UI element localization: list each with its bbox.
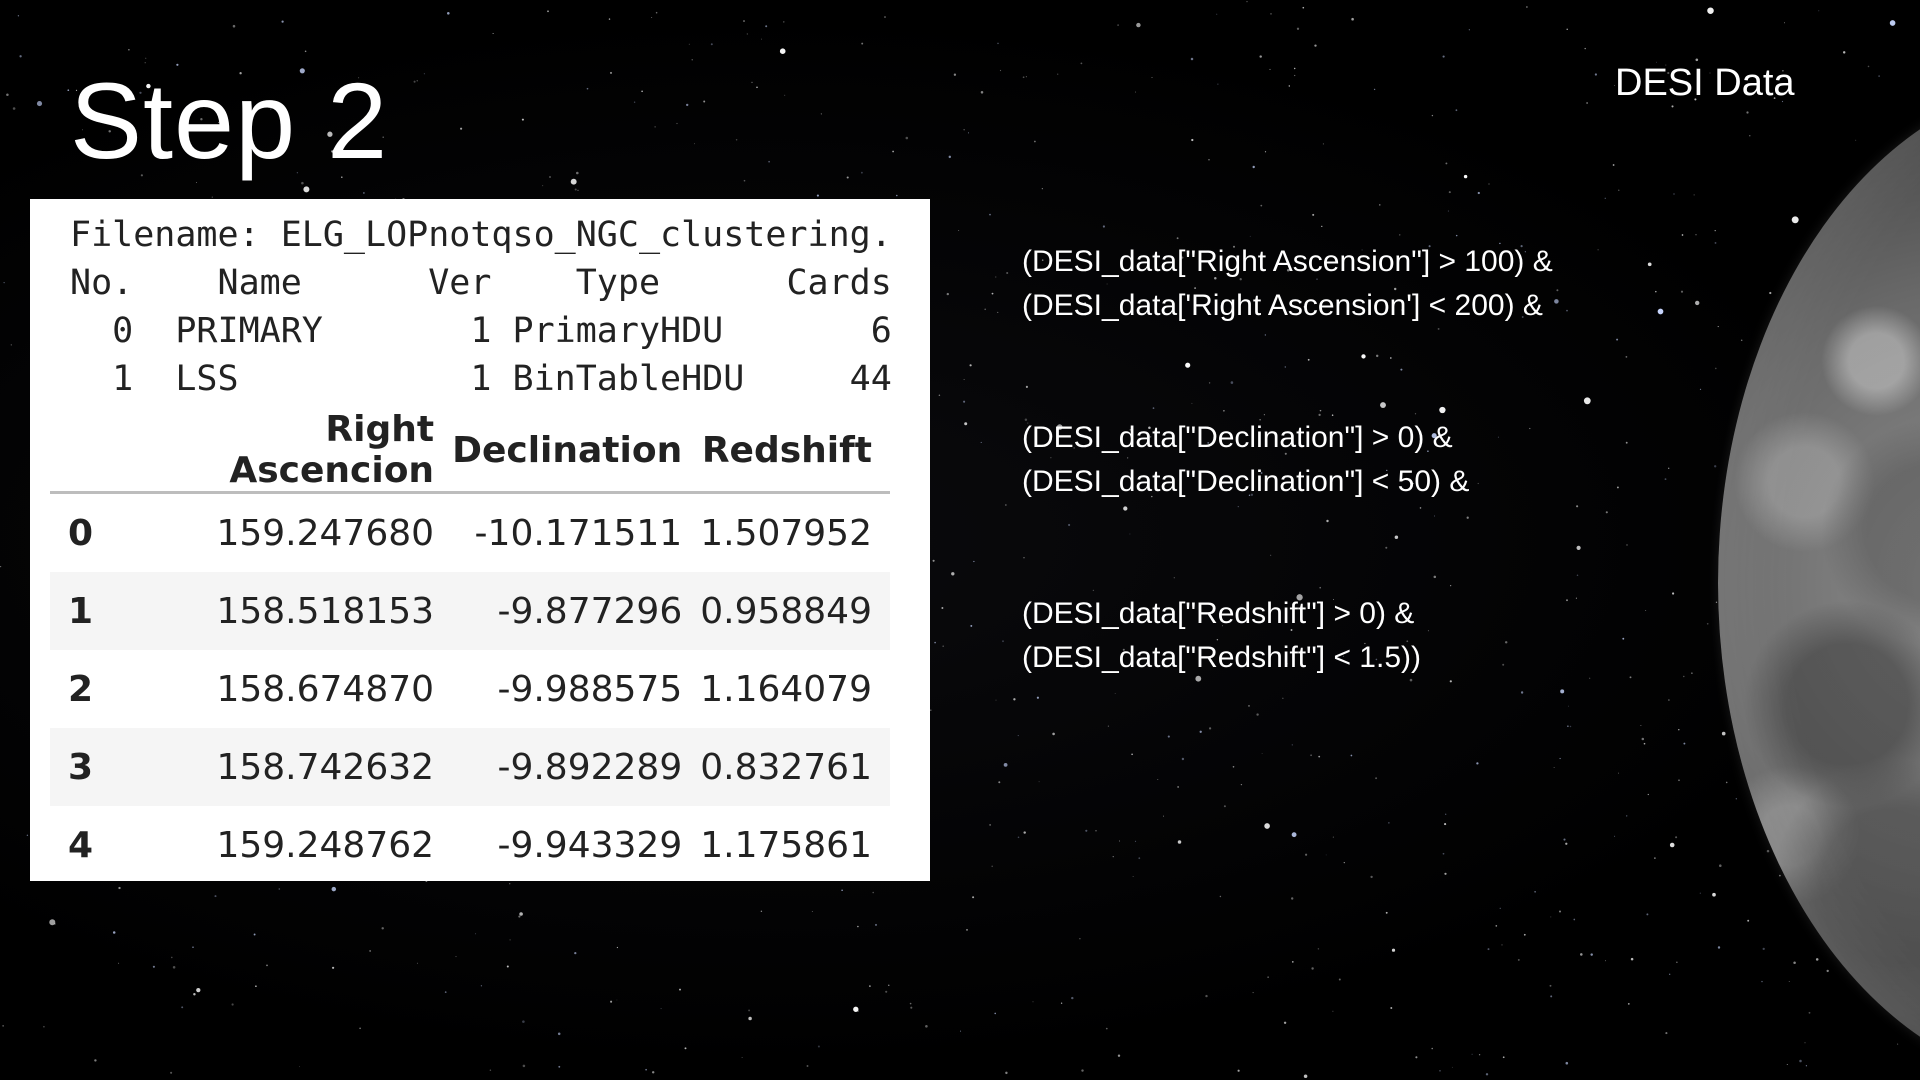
cell-right-ascencion: 158.518153 [146, 572, 453, 650]
fits-info-block: Filename: ELG_LOPnotqso_NGC_clustering. N… [70, 211, 930, 403]
condition-line: (DESI_data["Declination"] > 0) & [1022, 421, 1453, 454]
cell-redshift: 0.958849 [700, 572, 890, 650]
row-index: 4 [68, 824, 94, 866]
table-row: 2 158.674870 -9.988575 1.164079 [50, 650, 890, 728]
table-row: 1 158.518153 -9.877296 0.958849 [50, 572, 890, 650]
column-header-redshift: Redshift [700, 409, 890, 494]
table-row: 0 159.247680 -10.171511 1.507952 [50, 493, 890, 573]
fits-info-line: No. Name Ver Type Cards [70, 263, 892, 303]
condition-line: (DESI_data["Declination"] < 50) & [1022, 465, 1470, 498]
cell-redshift: 1.164079 [700, 668, 872, 710]
condition-group-redshift: (DESI_data["Redshift"] > 0) & (DESI_data… [1022, 592, 1553, 680]
table-row: 3 158.742632 -9.892289 0.832761 [50, 728, 890, 806]
condition-group-declination: (DESI_data["Declination"] > 0) & (DESI_d… [1022, 416, 1553, 504]
cell-right-ascencion: 159.247680 [216, 512, 435, 554]
column-header-declination: Declination [452, 409, 701, 494]
cell-redshift: 0.832761 [700, 728, 890, 806]
condition-line: (DESI_data['Right Ascension'] < 200) & [1022, 289, 1543, 322]
fits-info-line: Filename: ELG_LOPnotqso_NGC_clustering. [70, 215, 892, 255]
cell-redshift: 1.175861 [700, 824, 872, 866]
cell-right-ascencion: 159.248762 [216, 824, 435, 866]
cell-declination: -9.943329 [497, 824, 683, 866]
slide-title: Step 2 [70, 60, 389, 181]
column-header-index [50, 409, 146, 494]
condition-line: (DESI_data["Redshift"] > 0) & [1022, 597, 1415, 630]
cell-declination: -10.171511 [474, 512, 683, 554]
cell-right-ascencion: 158.674870 [216, 668, 435, 710]
row-index: 0 [68, 512, 94, 554]
cell-redshift: 1.507952 [700, 512, 872, 554]
condition-line: (DESI_data["Redshift"] < 1.5)) [1022, 641, 1421, 674]
dataframe-table: Right Ascencion Declination Redshift 0 1… [50, 409, 890, 881]
cell-right-ascencion: 158.742632 [146, 728, 453, 806]
table-row: 4 159.248762 -9.943329 1.175861 [50, 806, 890, 881]
slide: Step 2 DESI Data Filename: ELG_LOPnotqso… [0, 0, 1920, 1080]
cell-declination: -9.988575 [497, 668, 683, 710]
column-header-right-ascencion: Right Ascencion [146, 409, 453, 494]
condition-line: (DESI_data["Right Ascension"] > 100) & [1022, 245, 1553, 278]
fits-info-line: 1 LSS 1 BinTableHDU 44 [70, 359, 892, 399]
cell-declination: -9.892289 [452, 728, 701, 806]
row-index: 1 [50, 572, 146, 650]
condition-group-right-ascension: (DESI_data["Right Ascension"] > 100) & (… [1022, 240, 1553, 328]
corner-label: DESI Data [1615, 62, 1795, 104]
table-header-row: Right Ascencion Declination Redshift [50, 409, 890, 494]
row-index: 3 [50, 728, 146, 806]
fits-info-line: 0 PRIMARY 1 PrimaryHDU 6 [70, 311, 892, 351]
row-index: 2 [68, 668, 94, 710]
filter-conditions: (DESI_data["Right Ascension"] > 100) & (… [1022, 240, 1553, 768]
data-screenshot-panel: Filename: ELG_LOPnotqso_NGC_clustering. N… [30, 199, 930, 881]
cell-declination: -9.877296 [452, 572, 701, 650]
